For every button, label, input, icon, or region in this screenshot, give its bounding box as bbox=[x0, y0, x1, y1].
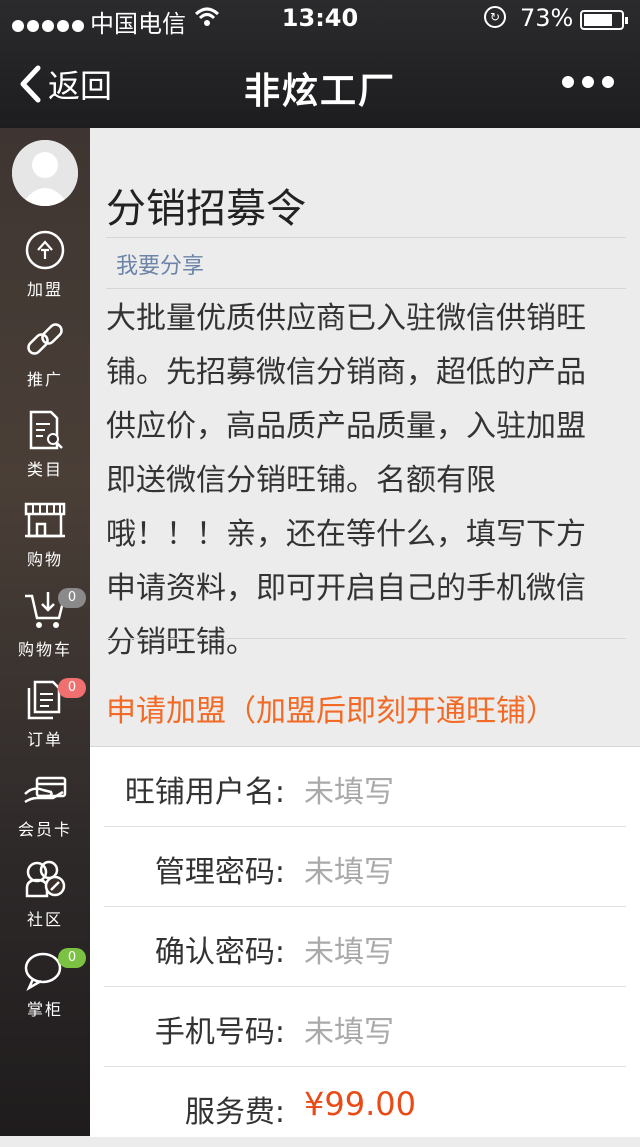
apply-title: 申请加盟（加盟后即刻开通旺铺） bbox=[106, 694, 556, 729]
sidebar-item-community[interactable]: 社区 bbox=[0, 858, 90, 938]
avatar[interactable] bbox=[12, 140, 78, 206]
form-row-confirm-password[interactable]: 确认密码: 未填写 bbox=[90, 907, 640, 987]
sidebar-item-category[interactable]: 类目 bbox=[0, 408, 90, 488]
sidebar-item-promote[interactable]: 推广 bbox=[0, 318, 90, 398]
main-content: 分销招募令 我要分享 大批量优质供应商已入驻微信供销旺 铺。先招募微信分销商，超… bbox=[90, 128, 640, 1137]
sidebar-item-label: 会员卡 bbox=[17, 820, 72, 839]
sidebar-item-join[interactable]: 加盟 bbox=[0, 228, 90, 308]
sidebar-item-label: 类目 bbox=[26, 460, 63, 479]
article-line: 大批量优质供应商已入驻微信供销旺 bbox=[106, 301, 586, 336]
battery-percent: 73% bbox=[520, 4, 574, 32]
field-label: 服务费: bbox=[184, 1095, 285, 1130]
sidebar: 加盟 推广 类目 购物 购物车 0 订单 0 会员卡 社区 掌柜 0 bbox=[0, 128, 90, 1136]
article-line: 申请资料，即可开启自己的手机微信 bbox=[106, 571, 586, 606]
service-fee-value: ¥99.00 bbox=[304, 1085, 416, 1123]
sidebar-item-label: 掌柜 bbox=[26, 1000, 63, 1019]
battery-icon bbox=[580, 10, 628, 30]
sidebar-item-manager[interactable]: 掌柜 0 bbox=[0, 948, 90, 1028]
form-row-password[interactable]: 管理密码: 未填写 bbox=[90, 827, 640, 907]
divider bbox=[106, 237, 626, 238]
article-line: 即送微信分销旺铺。名额有限 bbox=[106, 463, 496, 498]
article-body: 大批量优质供应商已入驻微信供销旺 铺。先招募微信分销商，超低的产品 供应价，高品… bbox=[106, 292, 626, 670]
confirm-password-input[interactable]: 未填写 bbox=[304, 927, 394, 971]
sidebar-item-member-card[interactable]: 会员卡 bbox=[0, 768, 90, 848]
sidebar-item-orders[interactable]: 订单 0 bbox=[0, 678, 90, 758]
member-card-icon bbox=[24, 776, 67, 804]
more-menu-icon[interactable] bbox=[562, 76, 614, 88]
form-row-service-fee: 服务费: ¥99.00 bbox=[90, 1067, 640, 1147]
join-icon bbox=[25, 230, 65, 270]
article-line: 分销旺铺。 bbox=[106, 625, 256, 660]
sidebar-item-label: 订单 bbox=[26, 730, 63, 749]
form-row-username[interactable]: 旺铺用户名: 未填写 bbox=[90, 747, 640, 827]
top-bar: 中国电信 13:40 ↻ 73% 返回 非炫工厂 bbox=[0, 0, 640, 128]
sidebar-item-label: 购物车 bbox=[17, 640, 72, 659]
field-label: 旺铺用户名: bbox=[124, 775, 285, 810]
category-icon bbox=[29, 410, 63, 450]
sidebar-item-label: 加盟 bbox=[26, 280, 63, 299]
password-input[interactable]: 未填写 bbox=[304, 847, 394, 891]
share-link[interactable]: 我要分享 bbox=[116, 248, 204, 280]
sidebar-item-cart[interactable]: 购物车 0 bbox=[0, 588, 90, 668]
divider bbox=[106, 288, 626, 289]
username-input[interactable]: 未填写 bbox=[304, 767, 394, 811]
field-label: 管理密码: bbox=[154, 855, 285, 890]
store-icon bbox=[24, 502, 66, 538]
sidebar-item-label: 购物 bbox=[26, 550, 63, 569]
manager-badge: 0 bbox=[58, 948, 86, 968]
article-line: 供应价，高品质产品质量，入驻加盟 bbox=[106, 409, 586, 444]
rotation-lock-icon: ↻ bbox=[484, 6, 506, 28]
status-bar: 中国电信 13:40 ↻ 73% bbox=[0, 0, 640, 40]
sidebar-item-label: 社区 bbox=[26, 910, 63, 929]
community-icon bbox=[25, 860, 66, 898]
page-title: 非炫工厂 bbox=[243, 71, 396, 112]
divider bbox=[106, 638, 626, 639]
field-label: 确认密码: bbox=[154, 935, 285, 970]
article-title: 分销招募令 bbox=[106, 186, 306, 232]
nav-bar: 返回 非炫工厂 bbox=[0, 40, 640, 128]
cart-badge: 0 bbox=[58, 588, 86, 608]
phone-input[interactable]: 未填写 bbox=[304, 1007, 394, 1051]
order-badge: 0 bbox=[58, 678, 86, 698]
form-row-phone[interactable]: 手机号码: 未填写 bbox=[90, 987, 640, 1067]
sidebar-item-label: 推广 bbox=[26, 370, 63, 389]
article-line: 铺。先招募微信分销商，超低的产品 bbox=[106, 355, 586, 390]
application-form: 旺铺用户名: 未填写 管理密码: 未填写 确认密码: 未填写 手机号码: 未填写… bbox=[90, 746, 640, 1137]
field-label: 手机号码: bbox=[154, 1015, 285, 1050]
article-line: 哦！！！亲，还在等什么，填写下方 bbox=[106, 517, 586, 552]
link-icon bbox=[27, 323, 63, 355]
sidebar-item-shop[interactable]: 购物 bbox=[0, 498, 90, 578]
